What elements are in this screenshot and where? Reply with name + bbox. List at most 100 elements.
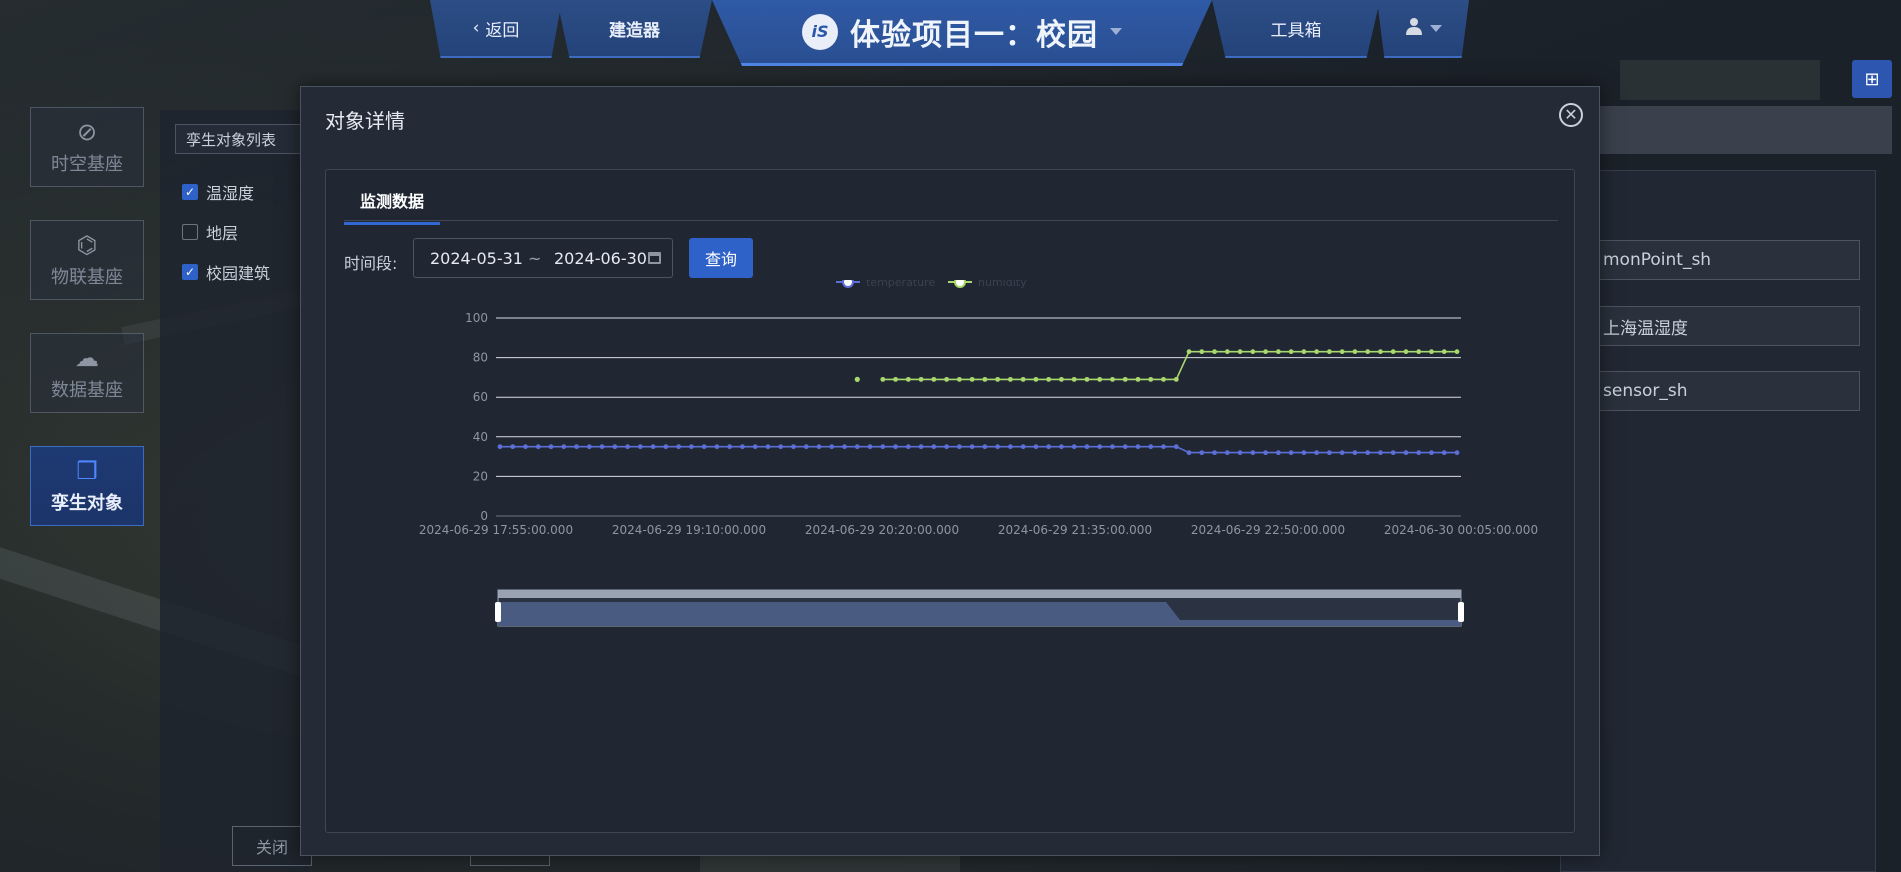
data-point-temperature: [599, 444, 605, 450]
data-point-temperature: [1441, 450, 1447, 456]
data-point-temperature: [1122, 444, 1128, 450]
back-label: 返回: [485, 20, 520, 41]
close-icon[interactable]: ✕: [1559, 103, 1583, 127]
sidebar-item-data[interactable]: ☁ 数据基座: [30, 333, 144, 413]
data-point-temperature: [1148, 444, 1154, 450]
data-point-humidity: [1403, 349, 1409, 355]
data-point-temperature: [956, 444, 962, 450]
layer-label: 校园建筑: [206, 264, 271, 283]
data-point-temperature: [918, 444, 924, 450]
data-point-humidity: [1071, 376, 1077, 382]
data-point-temperature: [893, 444, 898, 450]
data-point-temperature: [1046, 444, 1052, 450]
series-line-temperature: [500, 445, 1457, 454]
data-point-temperature: [842, 444, 847, 450]
data-point-humidity: [880, 376, 886, 382]
data-point-humidity: [1416, 349, 1422, 355]
data-point-humidity: [1212, 349, 1217, 355]
data-point-temperature: [944, 444, 949, 450]
layer-item[interactable]: 地层: [182, 220, 238, 244]
builder-tab[interactable]: 建造器: [557, 0, 712, 58]
object-field[interactable]: 上海温湿度: [1580, 306, 1860, 346]
end-date-value[interactable]: 2024-06-30: [554, 249, 647, 268]
start-date-value[interactable]: 2024-05-31: [430, 249, 523, 268]
checkbox-checked-icon[interactable]: ✓: [182, 184, 198, 200]
data-point-humidity: [1161, 376, 1166, 382]
data-point-temperature: [765, 444, 771, 450]
data-point-temperature: [1097, 444, 1103, 450]
data-point-temperature: [854, 444, 860, 450]
layer-item[interactable]: ✓ 温湿度: [182, 180, 254, 204]
data-point-humidity: [1110, 376, 1115, 382]
y-tick-label: 40: [473, 430, 488, 444]
checkbox-unchecked-icon[interactable]: [182, 224, 198, 240]
data-point-humidity: [1390, 349, 1396, 355]
monitoring-line-chart: temperature humidity 0 20 40 60 80 100 2024-06-2…: [419, 280, 1538, 627]
data-point-temperature: [1224, 450, 1230, 456]
project-title-bar[interactable]: iS 体验项目一：校园: [712, 0, 1212, 66]
data-point-temperature: [867, 444, 873, 450]
data-point-humidity: [1263, 349, 1268, 355]
sidebar-item-iot[interactable]: ⌬ 物联基座: [30, 220, 144, 300]
data-point-humidity: [1365, 349, 1371, 355]
legend-label: temperature: [866, 280, 935, 289]
range-separator: ~: [528, 248, 542, 268]
layer-label: 温湿度: [206, 184, 255, 203]
data-point-temperature: [535, 444, 541, 450]
object-field[interactable]: sensor_sh: [1580, 371, 1860, 411]
zoom-handle-right[interactable]: [1458, 602, 1464, 622]
object-field[interactable]: monPoint_sh: [1580, 240, 1860, 280]
data-point-humidity: [1288, 349, 1294, 355]
data-point-humidity: [1186, 349, 1192, 355]
zoom-handle-left[interactable]: [495, 602, 501, 622]
data-point-humidity: [982, 376, 988, 382]
calendar-icon: [648, 252, 661, 264]
checkbox-checked-icon[interactable]: ✓: [182, 264, 198, 280]
sidebar-item-twin[interactable]: ❒ 孪生对象: [30, 446, 144, 526]
right-panel-header: [1560, 106, 1892, 154]
dialog-title: 对象详情: [325, 109, 405, 133]
chevron-down-icon: [1110, 28, 1122, 35]
data-point-humidity: [1199, 349, 1205, 355]
data-point-temperature: [1237, 450, 1243, 456]
data-point-temperature: [816, 444, 822, 450]
data-point-humidity: [1441, 349, 1447, 355]
date-range-picker[interactable]: 2024-05-31 ~ 2024-06-30: [413, 238, 673, 278]
data-point-temperature: [791, 444, 796, 450]
object-list-select[interactable]: 孪生对象列表: [175, 124, 305, 154]
data-point-temperature: [905, 444, 911, 450]
data-point-temperature: [1173, 444, 1179, 450]
toolbox-button[interactable]: 工具箱: [1212, 0, 1380, 58]
layout-toggle-button[interactable]: ⊞: [1852, 60, 1892, 98]
x-tick-label: 2024-06-29 20:20:00.000: [805, 523, 959, 537]
top-navigation: ‹ 返回 建造器 iS 体验项目一：校园 工具箱: [0, 0, 1901, 70]
data-point-temperature: [1301, 450, 1307, 456]
tab-monitoring-data[interactable]: 监测数据: [344, 182, 441, 225]
legend-marker: [842, 280, 854, 288]
sidebar-item-spacetime[interactable]: ⊘ 时空基座: [30, 107, 144, 187]
layer-item[interactable]: ✓ 校园建筑: [182, 260, 270, 284]
user-menu-button[interactable]: [1377, 0, 1469, 58]
y-tick-label: 20: [473, 469, 488, 483]
data-point-temperature: [1288, 450, 1294, 456]
time-range-label: 时间段:: [344, 254, 398, 273]
query-button[interactable]: 查询: [689, 238, 753, 278]
data-point-humidity: [1429, 349, 1434, 355]
data-point-humidity: [1020, 376, 1026, 382]
data-point-temperature: [561, 444, 567, 450]
data-point-temperature: [829, 444, 835, 450]
data-point-temperature: [1263, 450, 1268, 456]
data-point-humidity: [854, 376, 860, 382]
data-point-temperature: [1352, 450, 1358, 456]
data-point-temperature: [650, 444, 656, 450]
data-point-temperature: [1084, 444, 1090, 450]
x-tick-label: 2024-06-30 00:05:00.000: [1384, 523, 1538, 537]
data-point-temperature: [727, 444, 733, 450]
data-point-humidity: [1275, 349, 1281, 355]
data-point-humidity: [956, 376, 962, 382]
back-button[interactable]: ‹ 返回: [430, 0, 562, 58]
data-point-humidity: [1008, 376, 1013, 382]
data-point-humidity: [1046, 376, 1052, 382]
data-point-temperature: [880, 444, 886, 450]
data-point-temperature: [969, 444, 975, 450]
